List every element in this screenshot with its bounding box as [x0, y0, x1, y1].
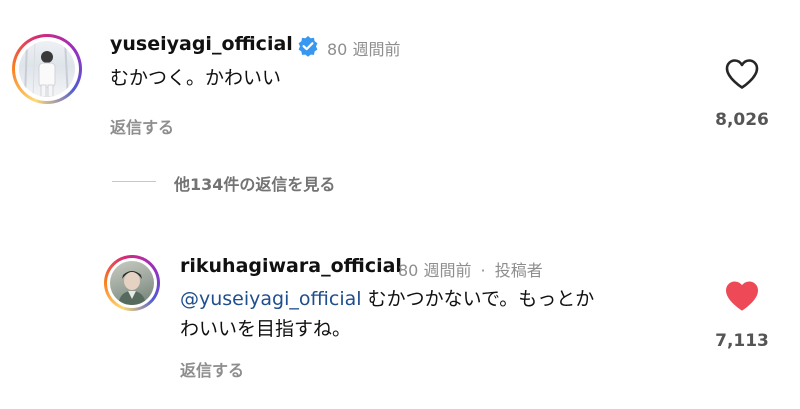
reply-text-line1: むかつかないで。もっとか — [361, 288, 595, 310]
comment-like-count: 8,026 — [715, 110, 769, 130]
comment-reply-button[interactable]: 返信する — [110, 114, 174, 138]
reply-text: @yuseiyagi_official むかつかないで。もっとか わいいを目指す… — [180, 284, 720, 344]
comment-text: むかつく。かわいい — [110, 67, 282, 89]
verified-icon — [297, 35, 319, 61]
avatar-yuseiyagi[interactable] — [12, 34, 82, 104]
author-badge: 投稿者 — [494, 261, 543, 280]
reply-username[interactable]: rikuhagiwara_official — [180, 255, 402, 277]
reply-mention[interactable]: @yuseiyagi_official — [180, 288, 362, 310]
heart-filled-icon[interactable] — [724, 280, 760, 316]
heart-outline-icon[interactable] — [724, 58, 760, 94]
avatar-rikuhagiwara[interactable] — [104, 255, 160, 311]
reply-reply-button[interactable]: 返信する — [180, 357, 244, 381]
reply-like-count: 7,113 — [715, 331, 769, 351]
meta-separator: · — [480, 261, 486, 280]
reply-text-line2: わいいを目指すね。 — [180, 318, 352, 340]
reply-meta: 80 週間前 · 投稿者 — [398, 257, 543, 281]
comment-username[interactable]: yuseiyagi_official — [110, 33, 293, 55]
view-replies-button[interactable]: 他134件の返信を見る — [174, 171, 335, 195]
avatar-image — [24, 41, 69, 97]
comment-time: 80 週間前 — [327, 40, 401, 59]
view-replies-divider — [112, 181, 156, 182]
reply-time: 80 週間前 — [398, 261, 472, 280]
avatar-image — [118, 271, 146, 305]
